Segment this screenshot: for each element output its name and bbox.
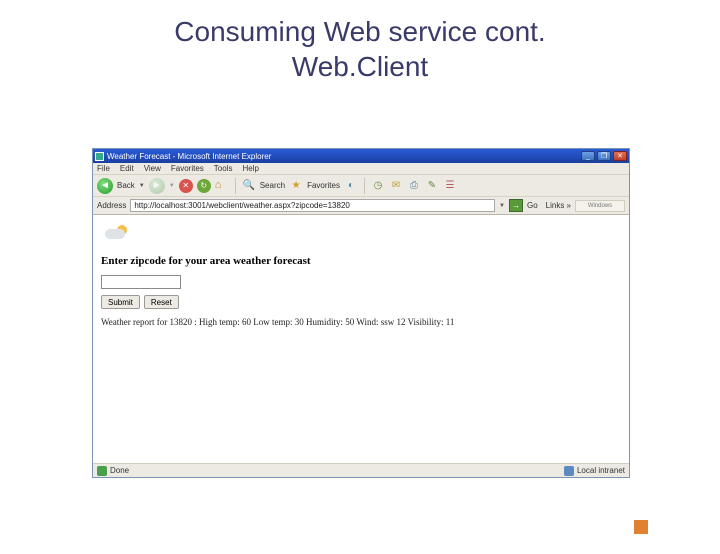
search-label: Search (260, 181, 285, 190)
star-icon: ★ (292, 180, 301, 191)
home-button[interactable]: ⌂ (215, 179, 229, 193)
links-item[interactable]: Windows (575, 200, 625, 212)
toolbar-separator (235, 178, 236, 194)
slide-footer-marker (634, 520, 648, 534)
zone-icon (564, 466, 574, 476)
edit-button[interactable]: ✎ (425, 179, 439, 193)
slide-title-line1: Consuming Web service cont. (174, 16, 545, 47)
weather-icon (101, 223, 129, 247)
menu-help[interactable]: Help (242, 164, 258, 173)
menu-bar: File Edit View Favorites Tools Help (93, 163, 629, 175)
menu-file[interactable]: File (97, 164, 110, 173)
ie-favicon-icon (95, 152, 104, 161)
submit-button[interactable]: Submit (101, 295, 140, 309)
forward-arrow-icon: ► (152, 180, 162, 191)
back-dropdown-icon[interactable]: ▼ (139, 183, 145, 189)
address-input[interactable]: http://localhost:3001/webclient/weather.… (130, 199, 495, 212)
favorites-button[interactable]: ★ (289, 179, 303, 193)
address-bar: Address http://localhost:3001/webclient/… (93, 197, 629, 215)
home-icon: ⌂ (215, 179, 222, 191)
slide-title: Consuming Web service cont. Web.Client (0, 14, 720, 84)
favorites-label: Favorites (307, 181, 340, 190)
form-buttons: Submit Reset (101, 295, 621, 309)
address-value: http://localhost:3001/webclient/weather.… (134, 201, 349, 210)
stop-icon: ✕ (182, 181, 189, 190)
window-titlebar: Weather Forecast - Microsoft Internet Ex… (93, 149, 629, 163)
slide-title-line2: Web.Client (292, 51, 428, 82)
stop-button[interactable]: ✕ (179, 179, 193, 193)
menu-tools[interactable]: Tools (214, 164, 233, 173)
go-button[interactable]: → (509, 199, 523, 212)
address-dropdown-icon[interactable]: ▼ (499, 203, 505, 209)
refresh-icon: ↻ (200, 181, 207, 190)
refresh-button[interactable]: ↻ (197, 179, 211, 193)
status-done-text: Done (110, 466, 129, 475)
page-content: Enter zipcode for your area weather fore… (93, 215, 629, 463)
ie-window: Weather Forecast - Microsoft Internet Ex… (92, 148, 630, 478)
history-button[interactable]: ◷ (371, 179, 385, 193)
menu-edit[interactable]: Edit (120, 164, 134, 173)
toolbar-separator-2 (364, 178, 365, 194)
print-button[interactable]: ⎙ (407, 179, 421, 193)
forward-button[interactable]: ► (149, 178, 165, 194)
window-title: Weather Forecast - Microsoft Internet Ex… (107, 152, 581, 161)
back-label: Back (117, 181, 135, 190)
links-label[interactable]: Links » (546, 201, 571, 210)
go-arrow-icon: → (512, 201, 520, 210)
weather-result: Weather report for 13820 : High temp: 60… (101, 317, 621, 327)
window-buttons: _ ❐ ✕ (581, 151, 627, 161)
close-button[interactable]: ✕ (613, 151, 627, 161)
search-icon: 🔍 (242, 180, 254, 191)
zipcode-input[interactable] (101, 275, 181, 289)
page-heading: Enter zipcode for your area weather fore… (101, 255, 621, 267)
status-done-icon (97, 466, 107, 476)
discuss-button[interactable]: ☰ (443, 179, 457, 193)
status-bar: Done Local intranet (93, 463, 629, 477)
back-button[interactable]: ◄ (97, 178, 113, 194)
menu-view[interactable]: View (144, 164, 161, 173)
reset-button[interactable]: Reset (144, 295, 179, 309)
mail-button[interactable]: ✉ (389, 179, 403, 193)
go-label: Go (527, 201, 538, 210)
menu-favorites[interactable]: Favorites (171, 164, 204, 173)
minimize-button[interactable]: _ (581, 151, 595, 161)
media-button[interactable]: ◐ (344, 179, 358, 193)
maximize-button[interactable]: ❐ (597, 151, 611, 161)
back-arrow-icon: ◄ (100, 180, 110, 191)
address-label: Address (97, 201, 126, 210)
search-button[interactable]: 🔍 (242, 179, 256, 193)
forward-dropdown-icon[interactable]: ▼ (169, 183, 175, 189)
status-zone-text: Local intranet (577, 466, 625, 475)
toolbar: ◄ Back ▼ ► ▼ ✕ ↻ ⌂ 🔍 Search ★ Favorites … (93, 175, 629, 197)
